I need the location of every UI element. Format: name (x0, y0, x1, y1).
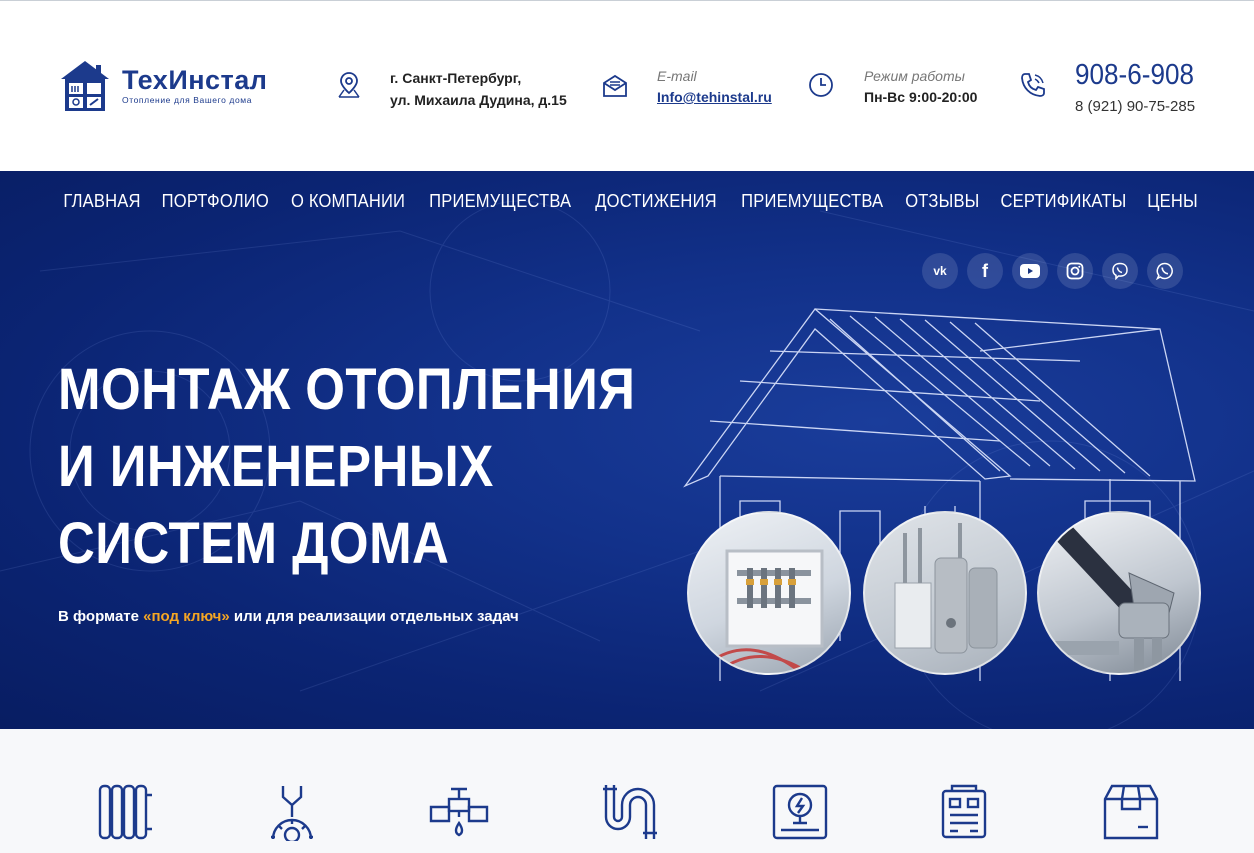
hero-title-line-2: И ИНЖЕНЕРНЫХ (58, 434, 494, 499)
nav-item-advantages[interactable]: ПРИЕМУЩЕСТВА (429, 191, 571, 212)
whatsapp-icon[interactable] (1147, 253, 1183, 289)
main-nav: ГЛАВНАЯ ПОРТФОЛИО О КОМПАНИИ ПРИЕМУЩЕСТВ… (60, 191, 1200, 212)
hours-value: Пн-Вс 9:00-20:00 (864, 89, 978, 105)
nav-item-about[interactable]: О КОМПАНИИ (291, 191, 405, 212)
photo-wrench-pipes (1037, 511, 1201, 675)
logo-tagline: Отопление для Вашего дома (122, 95, 253, 105)
hero-subtitle-accent: «под ключ» (143, 608, 230, 625)
email-label: E-mail (657, 68, 697, 84)
youtube-icon[interactable] (1012, 253, 1048, 289)
radiator-icon[interactable] (97, 783, 155, 841)
hero-title-line-3: СИСТЕМ ДОМА (58, 511, 450, 576)
social-links: vk f (922, 253, 1183, 289)
address: г. Санкт-Петербург, ул. Михаила Дудина, … (390, 67, 567, 111)
hours-label: Режим работы (864, 68, 965, 84)
address-line-2: ул. Михаила Дудина, д.15 (390, 92, 567, 108)
wrench-gear-icon[interactable] (265, 783, 319, 841)
photo-heating-manifold (687, 511, 851, 675)
services-strip (0, 729, 1254, 853)
logo[interactable]: ТехИнстал Отопление для Вашего дома (58, 59, 298, 113)
nav-item-reviews[interactable]: ОТЗЫВЫ (905, 191, 979, 212)
hero-section: ГЛАВНАЯ ПОРТФОЛИО О КОМПАНИИ ПРИЕМУЩЕСТВ… (0, 171, 1254, 729)
viber-icon[interactable] (1102, 253, 1138, 289)
photo-boiler-room (863, 511, 1027, 675)
phone-main[interactable]: 908-6-908 (1075, 59, 1194, 92)
wrench-illustration (1039, 523, 1175, 673)
vk-icon[interactable]: vk (922, 253, 958, 289)
nav-item-achievements[interactable]: ДОСТИЖЕНИЯ (595, 191, 717, 212)
box-icon[interactable] (1102, 783, 1160, 841)
email-link[interactable]: Info@tehinstal.ru (657, 89, 772, 105)
mail-icon (603, 74, 627, 97)
boiler-illustration (894, 523, 998, 654)
hero-title: МОНТАЖ ОТОПЛЕНИЯ И ИНЖЕНЕРНЫХ СИСТЕМ ДОМ… (58, 351, 635, 582)
water-valve-icon[interactable] (429, 783, 489, 841)
phone-icon (1021, 73, 1045, 97)
nav-item-portfolio[interactable]: ПОРТФОЛИО (161, 191, 268, 212)
hero-subtitle: В формате «под ключ» или для реализации … (58, 608, 519, 625)
nav-item-prices[interactable]: ЦЕНЫ (1147, 191, 1198, 212)
logo-name: ТехИнстал (122, 65, 268, 95)
boiler-icon[interactable] (771, 783, 829, 841)
hero-title-line-1: МОНТАЖ ОТОПЛЕНИЯ (58, 357, 636, 422)
facebook-icon[interactable]: f (967, 253, 1003, 289)
instagram-icon[interactable] (1057, 253, 1093, 289)
hero-subtitle-end: или для реализации отдельных задач (229, 608, 519, 625)
clock-icon (809, 73, 833, 97)
phone-secondary[interactable]: 8 (921) 90-75-285 (1075, 98, 1195, 115)
manifold-illustration (708, 549, 824, 673)
logo-house-icon (61, 61, 109, 111)
hero-subtitle-start: В формате (58, 608, 144, 625)
location-pin-icon (338, 72, 360, 98)
nav-item-certificates[interactable]: СЕРТИФИКАТЫ (1001, 191, 1127, 212)
nav-item-home[interactable]: ГЛАВНАЯ (63, 191, 140, 212)
address-line-1: г. Санкт-Петербург, (390, 70, 522, 86)
site-header: ТехИнстал Отопление для Вашего дома г. С… (0, 1, 1254, 171)
pipe-icon[interactable] (600, 783, 658, 841)
generator-icon[interactable] (940, 783, 988, 841)
nav-item-advantages-2[interactable]: ПРИЕМУЩЕСТВА (741, 191, 883, 212)
